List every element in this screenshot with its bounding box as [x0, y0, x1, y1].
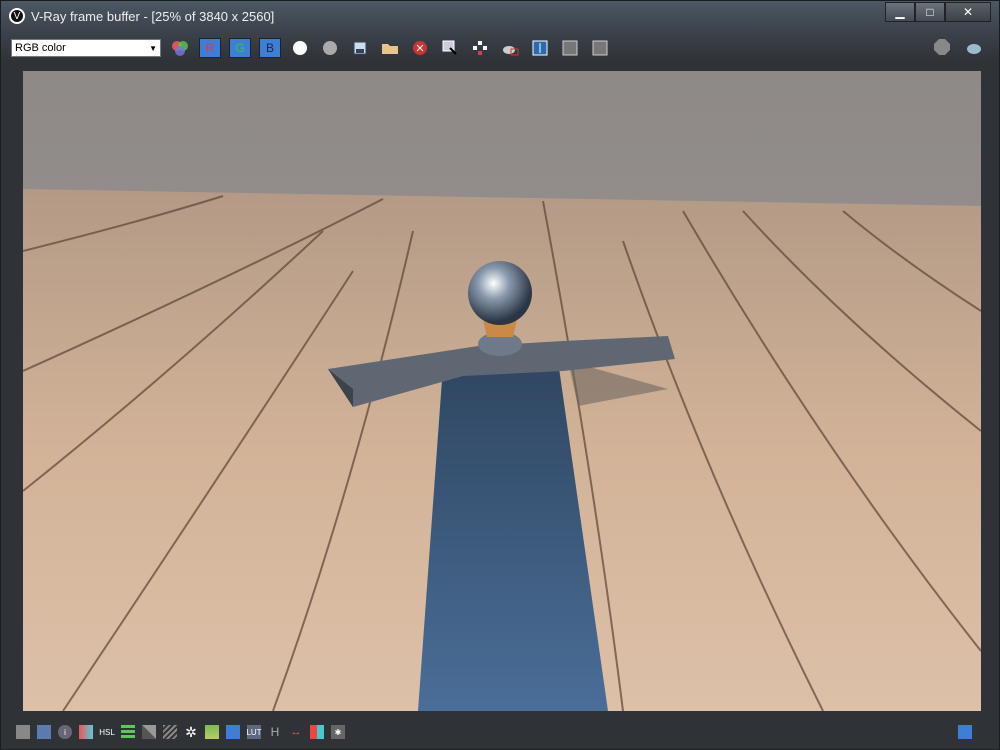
white-circle-icon[interactable]	[289, 38, 311, 58]
info-icon[interactable]: i	[57, 724, 73, 740]
window-title: V-Ray frame buffer - [25% of 3840 x 2560…	[31, 8, 275, 24]
curve-icon[interactable]	[141, 724, 157, 740]
close-button[interactable]: ✕	[945, 2, 991, 22]
lut-icon[interactable]: LUT	[246, 724, 262, 740]
toolbar: RGB color ▼ R G B	[11, 37, 991, 59]
hsl-icon[interactable]: HSL	[99, 724, 115, 740]
vray-frame-buffer-window: V V-Ray frame buffer - [25% of 3840 x 25…	[0, 0, 1000, 750]
maximize-button[interactable]: □	[915, 2, 945, 22]
region-icon[interactable]	[439, 38, 461, 58]
srgb-icon[interactable]	[225, 724, 241, 740]
panel-toggle-icon[interactable]	[957, 724, 973, 740]
gray-circle-icon[interactable]	[319, 38, 341, 58]
exposure-icon[interactable]	[78, 724, 94, 740]
red-channel-button[interactable]: R	[199, 38, 221, 58]
image-icon[interactable]	[204, 724, 220, 740]
open-folder-icon[interactable]	[379, 38, 401, 58]
title-bar: V V-Ray frame buffer - [25% of 3840 x 25…	[9, 6, 274, 26]
stereo-icon[interactable]: ↔	[288, 724, 304, 740]
ab-horizontal-icon[interactable]	[559, 38, 581, 58]
display-icon[interactable]	[15, 724, 31, 740]
color-channels-icon[interactable]	[169, 38, 191, 58]
save-icon[interactable]	[349, 38, 371, 58]
levels-icon[interactable]	[120, 724, 136, 740]
color-bars-icon[interactable]	[309, 724, 325, 740]
minimize-button[interactable]: ▁	[885, 2, 915, 22]
pixel-icon[interactable]: ✱	[330, 724, 346, 740]
h-icon[interactable]: H	[267, 724, 283, 740]
blue-channel-button[interactable]: B	[259, 38, 281, 58]
chevron-down-icon: ▼	[149, 43, 157, 53]
render-viewport[interactable]	[23, 71, 981, 711]
ab-vertical-icon[interactable]	[589, 38, 611, 58]
track-mouse-icon[interactable]	[469, 38, 491, 58]
channel-select-value: RGB color	[15, 42, 66, 54]
stop-icon[interactable]	[931, 37, 953, 57]
green-channel-button[interactable]: G	[229, 38, 251, 58]
compare-icon[interactable]	[529, 38, 551, 58]
channel-select[interactable]: RGB color ▼	[11, 39, 161, 57]
bottom-toolbar: i HSL ✲ LUT H ↔ ✱	[11, 721, 991, 743]
background-icon[interactable]	[162, 724, 178, 740]
vray-logo-icon: V	[9, 8, 25, 24]
color-correction-icon[interactable]	[36, 724, 52, 740]
lens-effects-icon[interactable]: ✲	[183, 724, 199, 740]
render-icon[interactable]	[963, 37, 985, 57]
render-teapot-icon[interactable]	[499, 38, 521, 58]
clear-icon[interactable]	[409, 38, 431, 58]
